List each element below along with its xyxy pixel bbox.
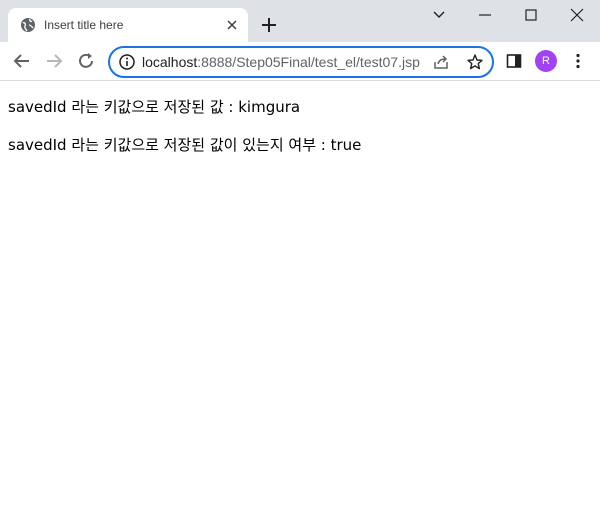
info-icon[interactable] xyxy=(118,53,136,71)
toolbar: localhost:8888/Step05Final/test_el/test0… xyxy=(0,42,600,81)
minimize-icon[interactable] xyxy=(476,6,494,24)
url-text: localhost:8888/Step05Final/test_el/test0… xyxy=(142,54,420,70)
globe-icon xyxy=(21,18,35,32)
saved-id-value-text: savedId 라는 키값으로 저장된 값 : kimgura xyxy=(8,98,301,116)
url-path: :8888/Step05Final/test_el/test07.jsp xyxy=(197,54,420,70)
tab-active[interactable]: Insert title here xyxy=(8,8,248,42)
tab-strip: Insert title here xyxy=(0,0,600,42)
browser-window: Insert title here localhost:8888/Step05F… xyxy=(0,0,600,516)
plus-icon[interactable] xyxy=(260,16,278,34)
star-icon[interactable] xyxy=(466,53,484,71)
url-host: localhost xyxy=(142,54,198,70)
address-bar[interactable]: localhost:8888/Step05Final/test_el/test0… xyxy=(108,46,494,78)
close-icon[interactable] xyxy=(568,6,586,24)
maximize-icon[interactable] xyxy=(522,6,540,24)
page-content: savedId 라는 키값으로 저장된 값 : kimgura savedId … xyxy=(0,81,600,516)
tab-title: Insert title here xyxy=(44,18,124,32)
arrow-left-icon[interactable] xyxy=(12,51,32,71)
side-panel-icon[interactable] xyxy=(504,51,524,71)
close-icon[interactable] xyxy=(224,17,240,33)
share-icon[interactable] xyxy=(432,53,450,71)
kebab-menu-icon[interactable] xyxy=(568,51,588,71)
arrow-right-icon[interactable] xyxy=(44,51,64,71)
chevron-down-icon[interactable] xyxy=(430,6,448,24)
profile-avatar[interactable]: R xyxy=(535,50,557,72)
reload-icon[interactable] xyxy=(76,51,96,71)
saved-id-exists-text: savedId 라는 키값으로 저장된 값이 있는지 여부 : true xyxy=(8,136,362,154)
